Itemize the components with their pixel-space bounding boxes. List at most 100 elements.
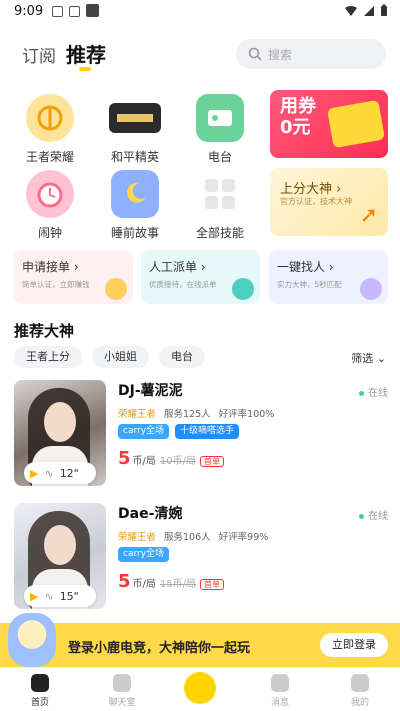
card-title: 人工派单 › — [149, 260, 206, 274]
wifi-icon — [345, 5, 357, 16]
served-count: 服务125人 — [164, 409, 211, 420]
promo-text: 用券0元 — [280, 96, 316, 138]
first-order-badge: 首单 — [200, 456, 224, 467]
battery-icon — [381, 4, 387, 16]
first-order-badge: 首单 — [200, 579, 224, 590]
radio-icon — [196, 94, 244, 142]
card-title: 申请接单 › — [22, 260, 79, 274]
category-label: 和平精英 — [110, 150, 159, 164]
peace-elite-icon — [109, 103, 161, 133]
category-radio[interactable]: 电台 — [185, 94, 255, 165]
search-input[interactable]: 搜索 — [236, 39, 386, 69]
login-button[interactable]: 立即登录 — [320, 633, 388, 657]
category-bedtime-story[interactable]: 睡前故事 — [100, 170, 170, 241]
voice-sample-button[interactable]: ▶ ∿ 15" — [24, 585, 96, 607]
banner-text: 登录小鹿电竞，大神陪你一起玩 — [68, 641, 251, 656]
player-name: Dae-清婉 — [118, 506, 183, 522]
section-title: 推荐大神 — [14, 322, 75, 340]
home-icon — [31, 674, 49, 692]
play-icon: ▶ — [30, 589, 39, 603]
card-title: 一键找人 › — [277, 260, 334, 274]
skill-tag: carry全场 — [118, 547, 170, 562]
notification-icon — [52, 6, 63, 17]
top-header: 订阅 推荐 搜索 — [0, 34, 400, 76]
find-player-card[interactable]: 一键找人 › 实力大神，5秒匹配 — [269, 250, 388, 304]
headset-icon — [232, 278, 254, 300]
rank-badge: 荣耀王者 — [118, 532, 157, 543]
gift-box-icon — [326, 99, 386, 149]
player-name: DJ-薯泥泥 — [118, 383, 183, 399]
nav-home[interactable]: 首页 — [10, 674, 70, 708]
old-price: 15币/局 — [159, 579, 196, 590]
price: 5 币/局 10币/局 首单 — [118, 448, 224, 469]
price-value: 5 — [118, 571, 131, 592]
served-count: 服务106人 — [164, 532, 211, 543]
cursor-icon: ➚ — [359, 203, 378, 228]
filter-chip[interactable]: 王者上分 — [14, 346, 82, 368]
coupon-promo-banner[interactable]: 用券0元 — [270, 90, 388, 158]
player-meta: 荣耀王者 服务106人 好评率99% — [118, 529, 268, 543]
price-unit: 币/局 — [132, 579, 156, 590]
apply-order-card[interactable]: 申请接单 › 简单认证，立即赚钱 — [14, 250, 133, 304]
price-value: 5 — [118, 448, 131, 469]
tab-subscribe[interactable]: 订阅 — [22, 42, 56, 67]
category-label: 王者荣耀 — [25, 150, 74, 164]
notification-icon — [86, 4, 99, 17]
waveform-icon: ∿ — [44, 589, 54, 603]
chatroom-icon — [113, 674, 131, 692]
rating: 好评率99% — [218, 532, 269, 543]
king-glory-icon — [26, 94, 74, 142]
category-alarm[interactable]: 闹钟 — [15, 170, 85, 241]
rating: 好评率100% — [218, 409, 275, 420]
bottom-nav: 首页 聊天室 消息 我的 — [0, 667, 400, 711]
category-king-glory[interactable]: 王者荣耀 — [15, 94, 85, 165]
status-bar: 9:09 — [0, 0, 400, 24]
message-icon — [271, 674, 289, 692]
online-status: 在线 — [359, 384, 388, 399]
category-label: 闹钟 — [37, 226, 62, 240]
tab-recommend[interactable]: 推荐 — [66, 39, 106, 68]
search-icon — [248, 47, 262, 61]
manual-dispatch-card[interactable]: 人工派单 › 优质接待，在线派单 — [141, 250, 260, 304]
voice-duration: 15" — [59, 589, 79, 603]
status-time: 9:09 — [14, 4, 44, 19]
voice-duration: 12" — [59, 466, 79, 480]
top-players-card[interactable]: 上分大神 › 官方认证，技术大神 ➚ — [270, 168, 388, 236]
profile-icon — [351, 674, 369, 692]
player-meta: 荣耀王者 服务125人 好评率100% — [118, 406, 274, 420]
alarm-clock-icon — [26, 170, 74, 218]
play-icon: ▶ — [30, 466, 39, 480]
all-skills-icon — [196, 170, 244, 218]
login-banner[interactable]: 登录小鹿电竞，大神陪你一起玩 立即登录 — [0, 613, 400, 667]
center-action-button[interactable] — [184, 672, 216, 704]
old-price: 10币/局 — [159, 456, 196, 467]
price: 5 币/局 15币/局 首单 — [118, 571, 224, 592]
nav-label: 消息 — [270, 698, 289, 708]
mascot-icon — [8, 613, 56, 667]
category-label: 睡前故事 — [110, 226, 159, 240]
waveform-icon: ∿ — [44, 466, 54, 480]
card-subtitle: 官方认证，技术大神 — [280, 197, 352, 206]
player-card[interactable]: ▶ ∿ 15" Dae-清婉 在线 荣耀王者 服务106人 好评率99% carry全场… — [14, 503, 388, 613]
filter-dropdown[interactable]: 筛选 ⌄ — [351, 350, 386, 366]
skill-tag: carry全场 — [118, 424, 170, 439]
service-cards: 申请接单 › 简单认证，立即赚钱 人工派单 › 优质接待，在线派单 一键找人 ›… — [14, 250, 388, 304]
nav-messages[interactable]: 消息 — [250, 674, 310, 708]
crown-icon — [105, 278, 127, 300]
nav-me[interactable]: 我的 — [330, 674, 390, 708]
skill-tag: 十级嘀嗒选手 — [175, 424, 240, 439]
filter-chip[interactable]: 小姐姐 — [92, 346, 149, 368]
filter-chip[interactable]: 电台 — [159, 346, 205, 368]
active-tab-indicator — [79, 67, 91, 71]
card-title: 上分大神 › — [280, 182, 342, 197]
player-card[interactable]: ▶ ∿ 12" DJ-薯泥泥 在线 荣耀王者 服务125人 好评率100% carry全… — [14, 380, 388, 490]
category-peace-elite[interactable]: 和平精英 — [100, 94, 170, 165]
chevron-down-icon: ⌄ — [376, 352, 386, 365]
signal-icon — [364, 5, 374, 16]
filter-label: 筛选 — [351, 352, 374, 365]
nav-label: 聊天室 — [108, 698, 136, 708]
filter-chips: 王者上分 小姐姐 电台 — [14, 346, 205, 368]
nav-chatroom[interactable]: 聊天室 — [92, 674, 152, 708]
category-all-skills[interactable]: 全部技能 — [185, 170, 255, 241]
voice-sample-button[interactable]: ▶ ∿ 12" — [24, 462, 96, 484]
